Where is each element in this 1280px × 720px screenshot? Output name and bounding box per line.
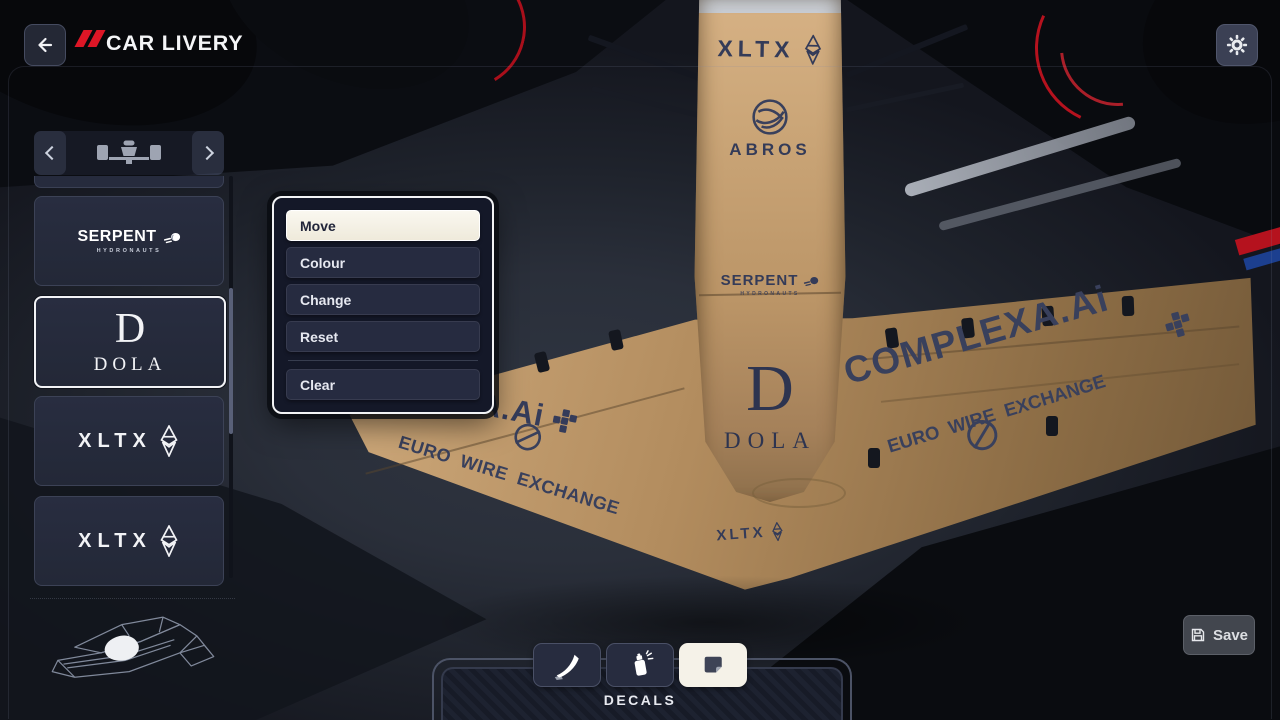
menu-item-move[interactable]: Move [286,210,480,241]
sponsor-label: DOLA [94,354,167,376]
sponsor-label: XLTX [78,530,152,553]
xltx-diamond-icon [770,522,784,542]
decal-nose-dola[interactable]: D DOLA [695,356,845,454]
car-livery-editor: XLTX ABROS SERPENT [0,0,1280,720]
decal-nose-abros[interactable]: ABROS [695,98,845,160]
back-arrow-icon [35,35,55,55]
page-title: CAR LIVERY [106,31,243,56]
menu-item-change[interactable]: Change [286,284,480,315]
toolbar-label: DECALS [432,692,848,708]
title-accent-slashes [79,30,101,47]
pixel-cluster-icon [549,405,579,435]
save-label: Save [1213,627,1248,644]
decal-subtext: HYDRONAUTS [740,291,799,297]
sponsor-initial: D [94,308,167,350]
menu-item-clear[interactable]: Clear [286,369,480,400]
decal-nose-xltx[interactable]: XLTX [695,33,846,66]
sponsor-label: SERPENT [77,228,156,246]
decal-card-serpent[interactable]: SERPENT HYDRONAUTS [34,196,224,286]
decal-card-xltx-2[interactable]: XLTX [34,496,224,586]
decal-text: ABROS [729,140,810,160]
decal-list-scrollbar[interactable] [229,176,233,578]
xltx-diamond-icon [158,525,180,557]
front-wing-wireframe-icon [38,604,228,712]
menu-item-colour[interactable]: Colour [286,247,480,278]
gear-icon [1226,34,1248,56]
xltx-diamond-icon [158,425,180,457]
save-button[interactable]: Save [1183,615,1255,655]
decal-text: SERPENT [721,272,799,289]
menu-separator [288,360,478,361]
decal-text: D [746,356,794,422]
next-part-button[interactable] [192,131,224,175]
back-button[interactable] [24,24,66,66]
settings-button[interactable] [1216,24,1258,66]
abros-logo-icon [751,98,789,136]
flap-hook [1046,416,1058,436]
decal-card-xltx[interactable]: XLTX [34,396,224,486]
floppy-icon [1190,627,1206,643]
decal-card-dola[interactable]: D DOLA [34,296,226,388]
chevron-right-icon [199,146,213,160]
decal-card-partial[interactable] [34,176,224,188]
decals-tool-button[interactable] [679,643,747,687]
xltx-diamond-icon [802,35,823,65]
car-front-icon [95,137,163,174]
comet-icon [803,275,819,287]
livery-tool-button[interactable] [533,643,601,687]
nose-tip-ring [752,478,846,508]
sponsor-label: XLTX [78,430,152,453]
menu-item-reset[interactable]: Reset [286,321,480,352]
decal-text: DOLA [724,428,816,454]
livery-swoosh-icon [552,650,582,680]
front-wing-wireframe-thumbnail [30,598,235,717]
decal-context-menu: Move Colour Change Reset Clear [272,196,494,414]
prev-part-button[interactable] [34,131,66,175]
decal-text: XLTX [717,35,795,63]
decal-nose-serpent[interactable]: SERPENT HYDRONAUTS [695,272,845,297]
chevron-left-icon [44,146,58,160]
spray-can-icon [625,650,655,680]
flap-adjuster [1122,296,1135,316]
scrollbar-thumb[interactable] [229,288,233,434]
flap-hook [868,448,880,468]
paint-tool-button[interactable] [606,643,674,687]
sticker-icon [699,651,727,679]
comet-icon [163,231,181,244]
sponsor-sublabel: HYDRONAUTS [97,248,162,254]
decal-text: XLTX [716,524,766,544]
